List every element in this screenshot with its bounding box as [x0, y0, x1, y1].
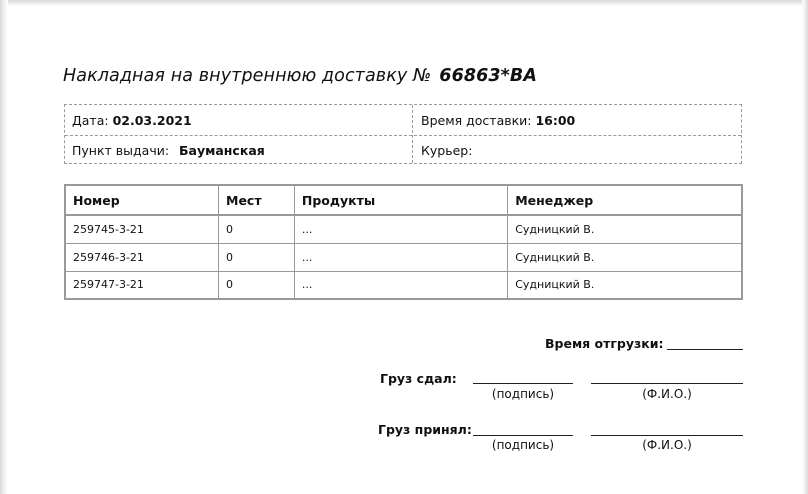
pickup-point-field: Пункт выдачи: Бауманская: [72, 136, 265, 166]
document-title: Накладная на внутреннюю доставку № 66863*…: [63, 66, 537, 86]
courier-label: Курьер:: [421, 143, 473, 158]
cell-number: 259746-3-21: [64, 242, 220, 272]
received-name-caption: (Ф.И.О.): [642, 438, 692, 452]
delivery-time-value: 16:00: [535, 113, 576, 128]
cell-places: 0: [218, 270, 295, 300]
handed-over-label: Груз сдал:: [380, 371, 457, 386]
cell-number: 259745-3-21: [64, 214, 220, 244]
header-products: Продукты: [293, 184, 509, 216]
table-row: 259746-3-21 0 ... Судницкий В.: [64, 242, 744, 272]
received-name-line: [591, 435, 743, 436]
date-value: 02.03.2021: [112, 113, 192, 128]
page-shadow-left: [0, 0, 8, 494]
cell-number: 259747-3-21: [64, 270, 220, 300]
delivery-time-field: Время доставки: 16:00: [421, 106, 575, 136]
shipment-time-line: [667, 349, 743, 350]
date-field: Дата: 02.03.2021: [72, 106, 192, 136]
header-manager: Менеджер: [507, 184, 744, 216]
received-signature-caption: (подпись): [491, 438, 555, 452]
cell-manager: Судницкий В.: [507, 242, 744, 272]
delivery-time-label: Время доставки:: [421, 113, 532, 128]
page-shadow-top: [0, 0, 808, 6]
date-label: Дата:: [72, 113, 109, 128]
cell-products: ...: [293, 270, 509, 300]
cell-manager: Судницкий В.: [507, 214, 744, 244]
table-header-row: Номер Мест Продукты Менеджер: [64, 184, 744, 216]
pickup-point-value: Бауманская: [179, 143, 265, 158]
handed-over-name-caption: (Ф.И.О.): [642, 387, 692, 401]
page-shadow-right: [802, 0, 808, 494]
cell-products: ...: [293, 214, 509, 244]
info-divider-vertical: [412, 105, 413, 163]
received-signature-line: [473, 435, 573, 436]
header-number: Номер: [64, 184, 220, 216]
delivery-info-box: Дата: 02.03.2021 Время доставки: 16:00 П…: [64, 104, 742, 164]
handed-over-signature-caption: (подпись): [491, 387, 555, 401]
document-number: 66863*BA: [439, 66, 538, 86]
table-row: 259747-3-21 0 ... Судницкий В.: [64, 270, 744, 300]
orders-table: Номер Мест Продукты Менеджер 259745-3-21…: [64, 184, 744, 300]
handed-over-signature-line: [473, 383, 573, 384]
received-label: Груз принял:: [378, 422, 472, 437]
table-row: 259745-3-21 0 ... Судницкий В.: [64, 214, 744, 244]
cell-products: ...: [293, 242, 509, 272]
document-title-text: Накладная на внутреннюю доставку №: [63, 66, 432, 86]
courier-field: Курьер:: [421, 136, 472, 166]
shipment-time-label: Время отгрузки:: [545, 336, 664, 351]
cell-places: 0: [218, 214, 295, 244]
header-places: Мест: [218, 184, 295, 216]
handed-over-name-line: [591, 383, 743, 384]
cell-places: 0: [218, 242, 295, 272]
pickup-point-label: Пункт выдачи:: [72, 143, 170, 158]
cell-manager: Судницкий В.: [507, 270, 744, 300]
